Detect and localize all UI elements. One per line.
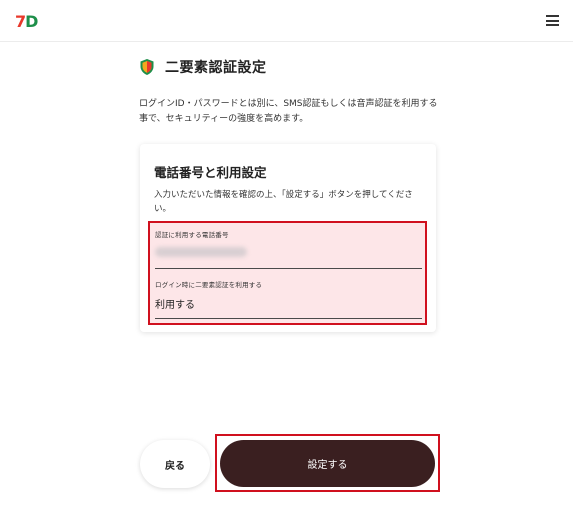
- phone-number-value-blurred: [155, 247, 247, 257]
- twofactor-usage-value: 利用する: [155, 300, 195, 311]
- app-header: 7D: [0, 0, 573, 42]
- card-description: 入力いただいた情報を確認の上、「設定する」ボタンを押してください。: [154, 190, 413, 214]
- app-logo[interactable]: 7D: [15, 12, 38, 32]
- page-title-row: 二要素認証設定: [139, 56, 267, 78]
- page-title: 二要素認証設定: [165, 60, 267, 76]
- logo-seven: 7: [15, 12, 26, 31]
- phone-number-field[interactable]: 認証に利用する電話番号: [155, 229, 422, 269]
- twofactor-usage-field[interactable]: ログイン時に二要素認証を利用する 利用する: [155, 279, 422, 319]
- back-button[interactable]: 戻る: [140, 440, 210, 488]
- shield-icon: [140, 59, 154, 75]
- page-description: ログインID・パスワードとは別に、SMS認証もしくは音声認証を利用する事で、セキ…: [139, 99, 438, 124]
- submit-button[interactable]: 設定する: [220, 440, 435, 487]
- hamburger-menu-icon[interactable]: [546, 15, 559, 27]
- phone-number-label: 認証に利用する電話番号: [155, 231, 229, 239]
- settings-fields-highlight: 認証に利用する電話番号 ログイン時に二要素認証を利用する 利用する: [148, 221, 427, 325]
- twofactor-usage-label: ログイン時に二要素認証を利用する: [155, 281, 263, 289]
- logo-d: D: [25, 12, 38, 31]
- card-title: 電話番号と利用設定: [154, 165, 267, 180]
